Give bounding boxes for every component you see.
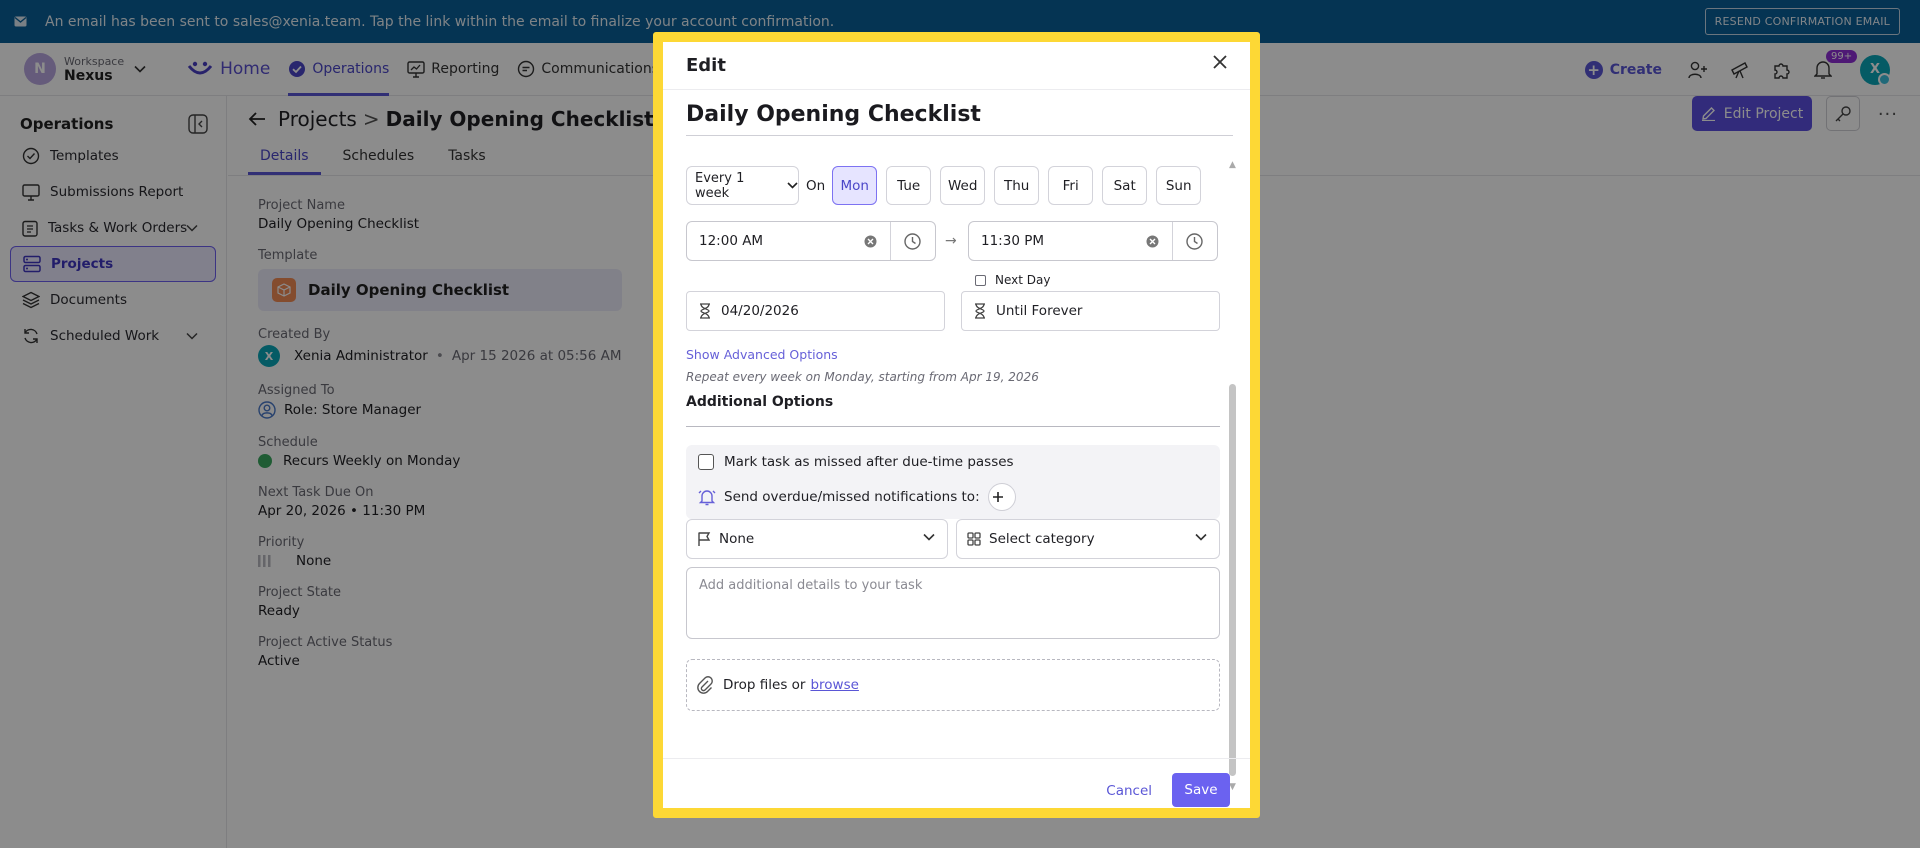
grid-icon <box>967 532 981 546</box>
notify-label: Send overdue/missed notifications to: <box>724 489 980 505</box>
clock-icon[interactable] <box>1186 233 1203 250</box>
priority-select-value: None <box>719 531 755 547</box>
show-advanced-options-link[interactable]: Show Advanced Options <box>686 347 838 362</box>
drop-label: Drop files or <box>723 677 806 693</box>
next-day-label: Next Day <box>995 273 1051 287</box>
day-tue[interactable]: Tue <box>886 166 932 205</box>
flag-icon <box>698 532 711 546</box>
cancel-button[interactable]: Cancel <box>1106 783 1152 799</box>
missed-options-card: Mark task as missed after due-time passe… <box>686 445 1220 519</box>
next-day-checkbox[interactable]: Next Day <box>975 273 1050 287</box>
frequency-value: Every 1 week <box>695 170 745 201</box>
chevron-down-icon <box>923 533 935 541</box>
start-date-value: 04/20/2026 <box>721 303 799 319</box>
time-range-arrow: → <box>945 233 957 249</box>
modal-scrollbar[interactable]: ▲ ▼ <box>1227 98 1239 798</box>
start-time-input[interactable]: 12:00 AM <box>686 221 936 261</box>
mark-missed-checkbox[interactable]: Mark task as missed after due-time passe… <box>698 454 1014 470</box>
notify-row: Send overdue/missed notifications to: <box>698 483 1016 511</box>
checkbox[interactable] <box>975 274 986 286</box>
end-time-input[interactable]: 11:30 PM <box>968 221 1218 261</box>
day-mon[interactable]: Mon <box>832 166 878 205</box>
day-fri[interactable]: Fri <box>1048 166 1094 205</box>
recurrence-row: Every 1 week On Mon Tue Wed Thu Fri Sat … <box>686 166 1210 205</box>
paperclip-icon <box>697 676 713 694</box>
checkbox[interactable] <box>698 454 714 470</box>
repeat-summary: Repeat every week on Monday, starting fr… <box>686 370 1039 384</box>
end-date-value: Until Forever <box>996 303 1083 319</box>
additional-options-heading: Additional Options <box>686 394 1220 427</box>
clear-icon[interactable] <box>864 235 877 248</box>
task-title-input[interactable]: Daily Opening Checklist <box>686 102 1233 136</box>
input-divider <box>1172 222 1173 260</box>
category-placeholder: Select category <box>989 531 1095 547</box>
clock-icon[interactable] <box>904 233 921 250</box>
mark-missed-label: Mark task as missed after due-time passe… <box>724 454 1014 470</box>
day-sat[interactable]: Sat <box>1102 166 1148 205</box>
modal-footer: Cancel Save <box>663 758 1250 818</box>
priority-select[interactable]: None <box>686 519 948 559</box>
scroll-up-icon[interactable]: ▲ <box>1229 160 1236 170</box>
start-date-input[interactable]: 04/20/2026 <box>686 291 945 331</box>
end-time-value: 11:30 PM <box>981 233 1044 249</box>
day-wed[interactable]: Wed <box>940 166 986 205</box>
hourglass-icon <box>974 303 996 319</box>
close-icon[interactable] <box>1212 54 1228 70</box>
save-button[interactable]: Save <box>1172 773 1230 807</box>
input-divider <box>890 222 891 260</box>
modal-header: Edit <box>663 42 1250 90</box>
edit-schedule-modal: Edit Daily Opening Checklist Every 1 wee… <box>653 32 1260 818</box>
day-sun[interactable]: Sun <box>1156 166 1202 205</box>
on-label: On <box>806 177 826 194</box>
modal-title: Edit <box>686 55 726 76</box>
end-date-input[interactable]: Until Forever <box>961 291 1220 331</box>
modal-body: Daily Opening Checklist Every 1 week On … <box>686 90 1233 788</box>
category-select[interactable]: Select category <box>956 519 1220 559</box>
frequency-select[interactable]: Every 1 week <box>686 166 799 205</box>
browse-link[interactable]: browse <box>810 677 858 693</box>
chevron-down-icon <box>1195 533 1207 541</box>
scroll-thumb[interactable] <box>1229 384 1236 776</box>
details-textarea[interactable]: Add additional details to your task <box>686 567 1220 639</box>
file-dropzone[interactable]: Drop files or browse <box>686 659 1220 711</box>
start-time-value: 12:00 AM <box>699 233 764 249</box>
add-recipient-button[interactable] <box>987 483 1016 511</box>
clear-icon[interactable] <box>1146 235 1159 248</box>
chevron-down-icon <box>779 182 798 189</box>
hourglass-icon <box>699 303 721 319</box>
day-thu[interactable]: Thu <box>994 166 1040 205</box>
bell-ring-icon <box>698 488 724 506</box>
